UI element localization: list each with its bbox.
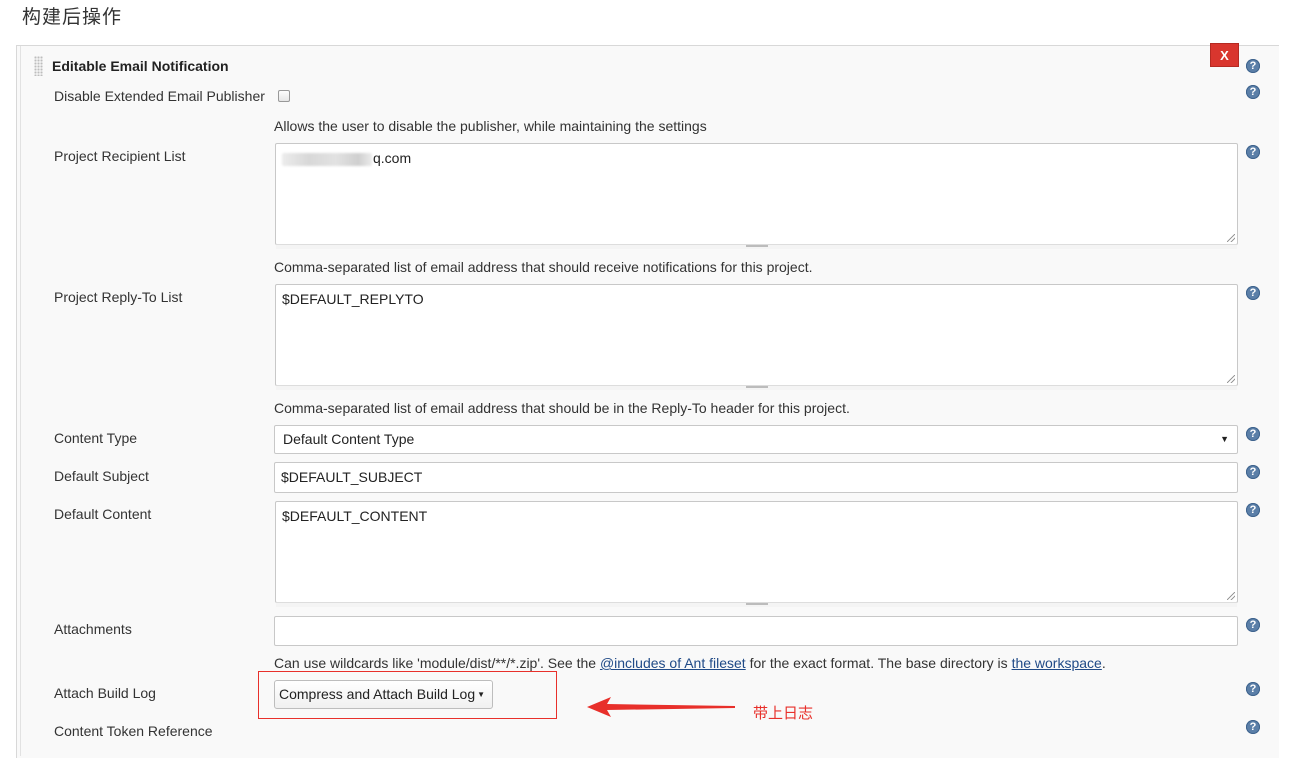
attachments-input[interactable] xyxy=(274,616,1238,646)
recipient-list-description: Comma-separated list of email address th… xyxy=(274,259,813,275)
help-icon[interactable]: ? xyxy=(1246,618,1260,632)
help-icon[interactable]: ? xyxy=(1246,427,1260,441)
default-subject-label: Default Subject xyxy=(54,468,149,484)
help-icon[interactable]: ? xyxy=(1246,682,1260,696)
resize-handle-icon[interactable] xyxy=(1227,234,1235,242)
recipient-list-value: q.com xyxy=(282,150,411,166)
workspace-link[interactable]: the workspace xyxy=(1012,655,1102,671)
drag-handle[interactable] xyxy=(34,56,43,76)
reply-to-list-label: Project Reply-To List xyxy=(54,289,183,305)
annotation-arrow-icon xyxy=(587,697,735,717)
default-content-value: $DEFAULT_CONTENT xyxy=(282,508,428,524)
annotation-highlight-box xyxy=(258,671,557,719)
dropdown-arrow-icon: ▼ xyxy=(1220,434,1229,444)
help-icon[interactable]: ? xyxy=(1246,720,1260,734)
textarea-grabber[interactable] xyxy=(276,385,1237,390)
textarea-grabber[interactable] xyxy=(276,244,1237,249)
help-icon[interactable]: ? xyxy=(1246,145,1260,159)
reply-to-list-value: $DEFAULT_REPLYTO xyxy=(282,291,424,307)
resize-handle-icon[interactable] xyxy=(1227,375,1235,383)
disable-publisher-description: Allows the user to disable the publisher… xyxy=(274,118,707,134)
attachments-label: Attachments xyxy=(54,621,132,637)
attachments-description: Can use wildcards like 'module/dist/**/*… xyxy=(274,655,1106,671)
default-subject-input[interactable]: $DEFAULT_SUBJECT xyxy=(274,462,1238,493)
help-icon[interactable]: ? xyxy=(1246,503,1260,517)
recipient-list-textarea[interactable]: q.com xyxy=(275,143,1238,249)
default-content-label: Default Content xyxy=(54,506,152,522)
publisher-title: Editable Email Notification xyxy=(52,58,229,74)
resize-handle-icon[interactable] xyxy=(1227,592,1235,600)
annotation-text: 带上日志 xyxy=(753,704,814,722)
ant-fileset-link[interactable]: @includes of Ant fileset xyxy=(600,655,746,671)
content-token-reference-label: Content Token Reference xyxy=(54,723,213,739)
reply-to-list-textarea[interactable]: $DEFAULT_REPLYTO xyxy=(275,284,1238,390)
help-icon[interactable]: ? xyxy=(1246,59,1260,73)
redacted-email-mask xyxy=(282,152,372,166)
help-icon[interactable]: ? xyxy=(1246,286,1260,300)
recipient-list-label: Project Recipient List xyxy=(54,148,186,164)
content-type-label: Content Type xyxy=(54,430,138,446)
disable-publisher-label: Disable Extended Email Publisher xyxy=(54,88,265,104)
help-icon[interactable]: ? xyxy=(1246,85,1260,99)
default-content-textarea[interactable]: $DEFAULT_CONTENT xyxy=(275,501,1238,607)
section-title: 构建后操作 xyxy=(22,6,123,28)
textarea-grabber[interactable] xyxy=(276,602,1237,607)
reply-to-list-description: Comma-separated list of email address th… xyxy=(274,400,850,416)
disable-publisher-checkbox[interactable] xyxy=(278,90,290,102)
content-type-selected: Default Content Type xyxy=(283,431,415,447)
delete-publisher-button[interactable]: X xyxy=(1210,43,1239,67)
content-type-select[interactable]: Default Content Type ▼ xyxy=(274,425,1238,454)
help-icon[interactable]: ? xyxy=(1246,465,1260,479)
attach-build-log-label: Attach Build Log xyxy=(54,685,156,701)
